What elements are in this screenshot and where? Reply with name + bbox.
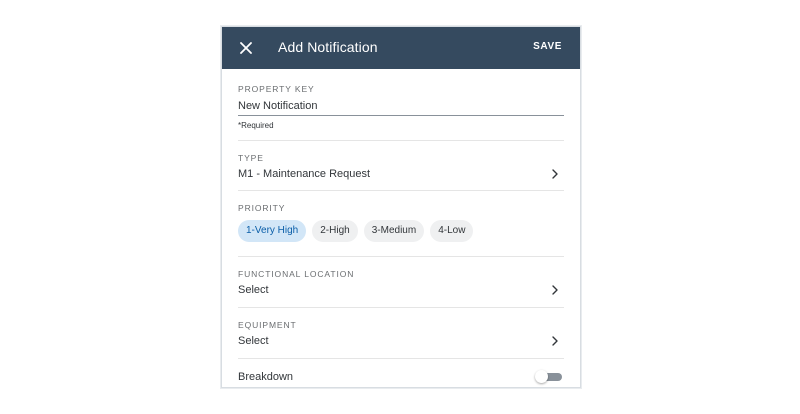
equipment-field[interactable]: EQUIPMENT Select xyxy=(238,308,564,359)
toggle-knob xyxy=(535,370,548,383)
functional-location-label: FUNCTIONAL LOCATION xyxy=(238,269,355,279)
type-field[interactable]: TYPE M1 - Maintenance Request xyxy=(238,141,564,191)
breakdown-toggle[interactable] xyxy=(535,370,562,383)
type-label: TYPE xyxy=(238,153,264,163)
type-chevron[interactable] xyxy=(550,169,560,179)
property-key-field: PROPERTY KEY *Required xyxy=(238,69,564,141)
priority-chips: 1-Very High 2-High 3-Medium 4-Low xyxy=(238,220,474,242)
add-notification-dialog: Add Notification SAVE PROPERTY KEY *Requ… xyxy=(221,26,581,388)
required-hint: *Required xyxy=(238,121,274,130)
equipment-value: Select xyxy=(238,335,269,347)
form-content: PROPERTY KEY *Required TYPE M1 - Mainten… xyxy=(222,69,580,387)
priority-field: PRIORITY 1-Very High 2-High 3-Medium 4-L… xyxy=(238,191,564,257)
functional-location-chevron[interactable] xyxy=(550,285,560,295)
breakdown-field: Breakdown xyxy=(238,359,564,387)
chevron-right-icon xyxy=(552,336,558,346)
dialog-title: Add Notification xyxy=(278,39,378,55)
functional-location-value: Select xyxy=(238,284,269,296)
priority-chip-very-high[interactable]: 1-Very High xyxy=(238,220,307,242)
priority-chip-high[interactable]: 2-High xyxy=(312,220,358,242)
chevron-right-icon xyxy=(552,285,558,295)
chevron-right-icon xyxy=(552,169,558,179)
dialog-header: Add Notification SAVE xyxy=(222,27,580,69)
property-key-label: PROPERTY KEY xyxy=(238,84,315,94)
property-key-input[interactable] xyxy=(238,97,564,116)
priority-chip-low[interactable]: 4-Low xyxy=(430,220,474,242)
type-value: M1 - Maintenance Request xyxy=(238,168,371,180)
equipment-label: EQUIPMENT xyxy=(238,320,297,330)
breakdown-label: Breakdown xyxy=(238,371,294,383)
close-icon xyxy=(240,42,252,54)
priority-chip-medium[interactable]: 3-Medium xyxy=(363,220,425,242)
priority-label: PRIORITY xyxy=(238,203,286,213)
functional-location-field[interactable]: FUNCTIONAL LOCATION Select xyxy=(238,257,564,308)
equipment-chevron[interactable] xyxy=(550,336,560,346)
close-button[interactable] xyxy=(236,38,256,58)
save-button[interactable]: SAVE xyxy=(533,41,562,52)
